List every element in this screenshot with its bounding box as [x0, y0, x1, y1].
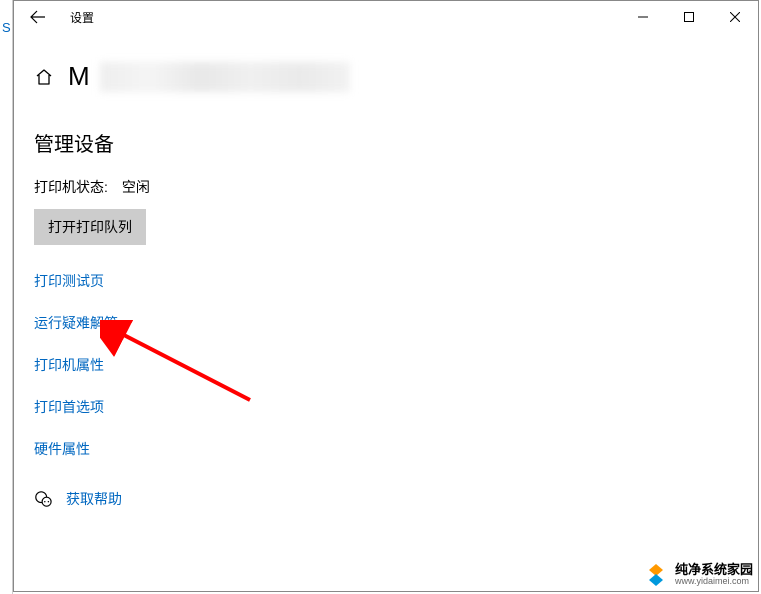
- print-test-page-link[interactable]: 打印测试页: [34, 271, 738, 291]
- titlebar: 设置: [14, 1, 758, 33]
- open-print-queue-button[interactable]: 打开打印队列: [34, 209, 146, 245]
- help-chat-icon: [34, 490, 52, 508]
- troubleshoot-link[interactable]: 运行疑难解答: [34, 313, 738, 333]
- help-row: 获取帮助: [34, 489, 738, 509]
- settings-window: 设置 M: [13, 0, 759, 592]
- printer-properties-link[interactable]: 打印机属性: [34, 355, 738, 375]
- watermark: 纯净系统家园 www.yidaimei.com: [643, 562, 753, 588]
- minimize-icon: [638, 12, 648, 22]
- get-help-link[interactable]: 获取帮助: [66, 489, 122, 509]
- page-title-redacted: [100, 62, 350, 92]
- print-preferences-link[interactable]: 打印首选项: [34, 397, 738, 417]
- window-title: 设置: [70, 9, 94, 26]
- hardware-properties-link[interactable]: 硬件属性: [34, 439, 738, 459]
- status-label: 打印机状态:: [34, 179, 108, 195]
- window-controls: [620, 1, 758, 33]
- close-button[interactable]: [712, 1, 758, 33]
- back-arrow-icon: [30, 9, 46, 25]
- minimize-button[interactable]: [620, 1, 666, 33]
- header-row: M: [34, 61, 738, 92]
- close-icon: [730, 12, 740, 22]
- maximize-icon: [684, 12, 694, 22]
- section-heading: 管理设备: [34, 128, 738, 157]
- watermark-main: 纯净系统家园: [675, 563, 753, 577]
- edge-marker: S: [2, 20, 11, 35]
- status-value: 空闲: [122, 179, 150, 195]
- content-area: M 管理设备 打印机状态: 空闲 打开打印队列 打印测试页 运行疑难解答 打印机属…: [14, 33, 758, 509]
- watermark-logo-icon: [643, 562, 669, 588]
- printer-status-line: 打印机状态: 空闲: [34, 177, 738, 197]
- page-title-prefix: M: [68, 61, 90, 92]
- back-button[interactable]: [22, 1, 54, 33]
- home-icon[interactable]: [34, 67, 54, 87]
- watermark-sub: www.yidaimei.com: [675, 577, 753, 587]
- maximize-button[interactable]: [666, 1, 712, 33]
